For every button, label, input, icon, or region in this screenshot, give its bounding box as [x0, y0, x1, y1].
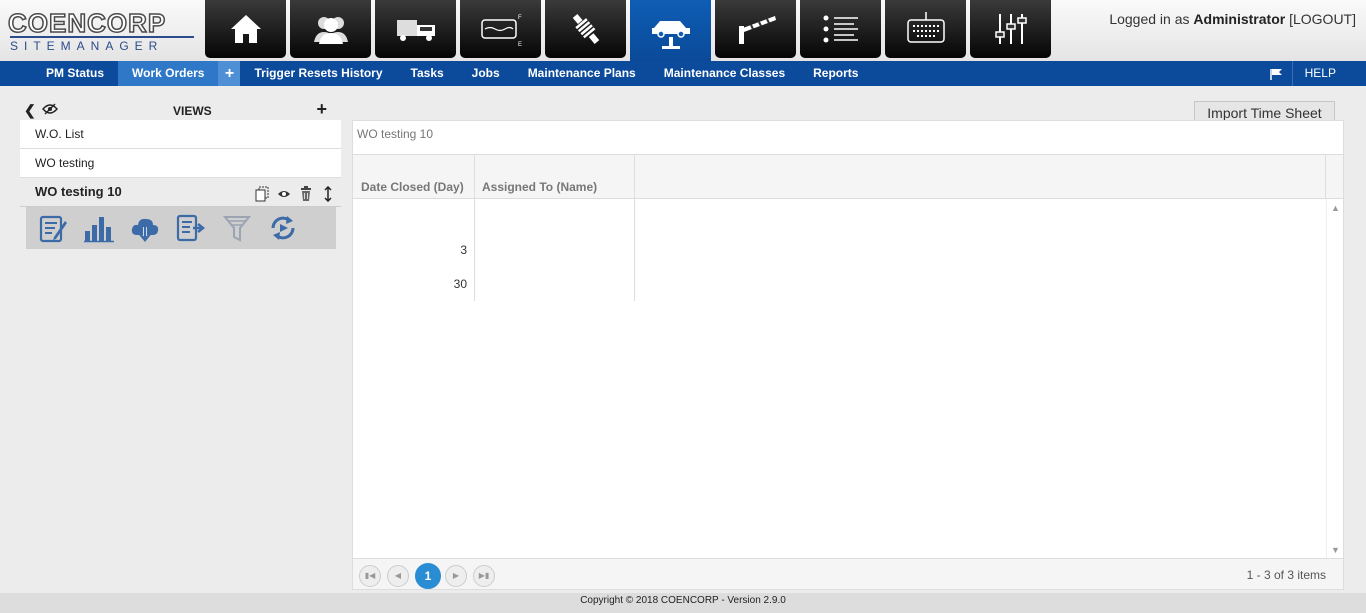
cell-date-closed — [353, 199, 475, 233]
view-item-wo-list[interactable]: W.O. List — [20, 120, 341, 149]
flag-icon[interactable] — [1262, 61, 1292, 86]
grid-header: Date Closed (Day) Assigned To (Name) — [353, 155, 1343, 199]
tile-vehicles[interactable] — [375, 0, 456, 58]
filter-icon[interactable] — [221, 212, 253, 244]
view-item-wo-testing-10[interactable]: WO testing 10 — [20, 178, 341, 207]
footer-copyright: Copyright © 2018 COENCORP - Version 2.9.… — [0, 593, 1366, 613]
nav-pm-status[interactable]: PM Status — [32, 61, 118, 86]
eye-icon[interactable] — [277, 184, 291, 200]
tile-sliders[interactable] — [970, 0, 1051, 58]
collapse-arrow-icon[interactable]: ❮ — [24, 102, 36, 119]
cell-assigned-to — [475, 233, 635, 267]
tile-keypad[interactable] — [885, 0, 966, 58]
svg-text:E: E — [518, 42, 522, 48]
export-icon[interactable] — [175, 212, 207, 244]
nav-trigger-resets-history[interactable]: Trigger Resets History — [240, 61, 396, 86]
column-header-assigned-to[interactable]: Assigned To (Name) — [475, 155, 635, 198]
cell-date-closed: 3 — [353, 233, 475, 267]
nav-maintenance-plans[interactable]: Maintenance Plans — [514, 61, 650, 86]
barrier-gate-icon — [738, 16, 776, 44]
login-user: Administrator — [1193, 11, 1286, 27]
logout-link[interactable]: [LOGOUT] — [1289, 11, 1356, 27]
login-status: Logged in as Administrator [LOGOUT] — [1109, 11, 1356, 27]
sliders-icon — [994, 14, 1027, 44]
login-prefix: Logged in as — [1109, 11, 1194, 27]
nav-reports[interactable]: Reports — [799, 61, 872, 86]
list-icon — [823, 15, 858, 43]
grid-pager: ▮◀ ◀ 1 ▶ ▶▮ 1 - 3 of 3 items — [353, 558, 1343, 589]
refresh-icon[interactable] — [267, 212, 299, 244]
nav-jobs[interactable]: Jobs — [458, 61, 514, 86]
coencorp-logo[interactable]: COENCORP SITEMANAGER — [7, 8, 198, 54]
table-row[interactable]: 3 — [353, 233, 1343, 267]
tile-home[interactable] — [205, 0, 286, 58]
cloud-download-icon[interactable] — [129, 212, 161, 244]
tile-barrier-gate[interactable] — [715, 0, 796, 58]
first-page-icon[interactable]: ▮◀ — [359, 565, 381, 587]
nav-add-button[interactable]: + — [218, 61, 241, 86]
scroll-down-icon[interactable]: ▼ — [1331, 545, 1340, 555]
tile-suspension[interactable] — [545, 0, 626, 58]
car-lift-icon — [651, 20, 690, 49]
bar-chart-icon[interactable] — [83, 212, 115, 244]
tile-car-lift[interactable] — [630, 0, 711, 61]
table-row[interactable]: 30 — [353, 267, 1343, 301]
edit-view-icon[interactable] — [37, 212, 69, 244]
help-link[interactable]: HELP — [1291, 61, 1366, 86]
import-time-sheet-button[interactable]: Import Time Sheet — [1194, 101, 1335, 122]
fuel-gauge-icon: FE — [480, 15, 522, 48]
svg-text:F: F — [518, 15, 522, 21]
tile-users[interactable] — [290, 0, 371, 58]
home-icon — [230, 15, 261, 43]
scroll-up-icon[interactable]: ▲ — [1331, 203, 1340, 213]
sort-arrows-icon[interactable] — [321, 184, 335, 203]
logo-main-text: COENCORP — [7, 8, 167, 38]
work-order-grid: WO testing 10 Date Closed (Day) Assigned… — [352, 120, 1344, 590]
trash-icon[interactable] — [299, 184, 313, 201]
vehicles-icon — [396, 20, 435, 41]
keypad-icon — [906, 12, 945, 43]
hide-eye-icon[interactable] — [42, 103, 58, 115]
cell-assigned-to — [475, 267, 635, 301]
logo-sub-text: SITEMANAGER — [10, 36, 194, 54]
add-view-button[interactable]: + — [316, 99, 327, 120]
tile-list[interactable] — [800, 0, 881, 58]
last-page-icon[interactable]: ▶▮ — [473, 565, 495, 587]
views-sidebar: ❮ VIEWS + W.O. List WO testing WO testin… — [20, 99, 341, 249]
vertical-scrollbar[interactable]: ▲ ▼ — [1326, 199, 1343, 559]
view-item-label: WO testing 10 — [35, 184, 122, 199]
suspension-icon — [572, 14, 599, 44]
views-title: VIEWS — [173, 104, 212, 118]
users-icon — [313, 17, 348, 44]
view-toolbar — [26, 207, 336, 249]
grid-body: 3 30 ▲ ▼ — [353, 199, 1343, 559]
next-page-icon[interactable]: ▶ — [445, 565, 467, 587]
tile-fuel-gauge[interactable]: FE — [460, 0, 541, 58]
pager-info: 1 - 3 of 3 items — [1246, 568, 1326, 582]
main-nav: PM Status Work Orders + Trigger Resets H… — [0, 61, 1366, 86]
app-header: COENCORP SITEMANAGER FE Logged in as Adm… — [0, 0, 1366, 61]
cell-assigned-to — [475, 199, 635, 233]
current-page-button[interactable]: 1 — [415, 563, 441, 589]
prev-page-icon[interactable]: ◀ — [387, 565, 409, 587]
nav-work-orders[interactable]: Work Orders — [118, 61, 219, 86]
grid-title: WO testing 10 — [353, 121, 1343, 155]
nav-tasks[interactable]: Tasks — [397, 61, 458, 86]
view-item-wo-testing[interactable]: WO testing — [20, 149, 341, 178]
column-header-date-closed[interactable]: Date Closed (Day) — [353, 155, 475, 198]
table-row[interactable] — [353, 199, 1343, 233]
nav-maintenance-classes[interactable]: Maintenance Classes — [650, 61, 799, 86]
cell-date-closed: 30 — [353, 267, 475, 301]
copy-icon[interactable] — [255, 184, 269, 202]
